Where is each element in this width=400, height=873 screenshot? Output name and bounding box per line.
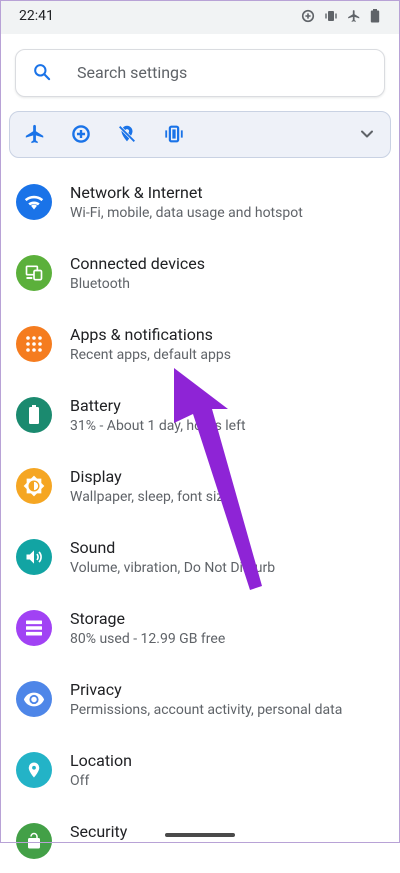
settings-item-subtitle: Wallpaper, sleep, font size <box>70 489 231 505</box>
gesture-nav-handle[interactable] <box>165 833 235 837</box>
settings-item-location[interactable]: Location Off <box>0 738 400 802</box>
volume-icon <box>16 539 52 575</box>
settings-item-subtitle: Volume, vibration, Do Not Disturb <box>70 560 276 576</box>
lock-icon <box>16 823 52 859</box>
settings-item-battery[interactable]: Battery 31% - About 1 day, hours left <box>0 383 400 447</box>
settings-item-subtitle: Wi-Fi, mobile, data usage and hotspot <box>70 205 303 221</box>
settings-item-title: Display <box>70 467 122 486</box>
settings-item-title: Apps & notifications <box>70 325 213 344</box>
settings-item-title: Location <box>70 751 132 770</box>
apps-icon <box>16 326 52 362</box>
settings-item-subtitle: Off <box>70 773 90 789</box>
search-bar[interactable]: Search settings <box>15 49 385 97</box>
settings-item-title: Security <box>70 822 128 841</box>
airplane-icon[interactable] <box>24 123 46 149</box>
settings-item-subtitle: Permissions, account activity, personal … <box>70 702 343 718</box>
status-bar: 22:41 <box>0 0 400 34</box>
devices-icon <box>16 255 52 291</box>
vibrate-icon[interactable] <box>163 123 185 149</box>
quick-settings-bar <box>9 111 391 158</box>
settings-item-display[interactable]: Display Wallpaper, sleep, font size <box>0 454 400 518</box>
settings-item-apps-notifications[interactable]: Apps & notifications Recent apps, defaul… <box>0 312 400 376</box>
settings-item-subtitle: Recent apps, default apps <box>70 347 231 363</box>
settings-item-title: Storage <box>70 609 125 628</box>
search-icon[interactable] <box>32 62 52 86</box>
search-placeholder[interactable]: Search settings <box>77 63 187 82</box>
brightness-icon <box>16 468 52 504</box>
eye-icon <box>16 681 52 717</box>
settings-item-title: Network & Internet <box>70 183 203 202</box>
status-time: 22:41 <box>19 8 54 24</box>
location-off-icon[interactable] <box>116 123 138 149</box>
settings-item-connected-devices[interactable]: Connected devices Bluetooth <box>0 241 400 305</box>
settings-item-title: Privacy <box>70 680 122 699</box>
chevron-down-icon[interactable] <box>359 126 375 146</box>
airplane-icon <box>347 9 361 23</box>
settings-item-sound[interactable]: Sound Volume, vibration, Do Not Disturb <box>0 525 400 589</box>
vibrate-icon <box>324 9 338 23</box>
settings-item-title: Sound <box>70 538 116 557</box>
battery-icon <box>370 9 380 23</box>
status-icons <box>301 9 380 23</box>
data-saver-icon[interactable] <box>70 123 92 149</box>
settings-item-security[interactable]: Security <box>0 809 400 873</box>
settings-item-network[interactable]: Network & Internet Wi-Fi, mobile, data u… <box>0 170 400 234</box>
settings-item-subtitle: 31% - About 1 day, hours left <box>70 418 246 434</box>
settings-item-title: Battery <box>70 396 121 415</box>
settings-item-subtitle: 80% used - 12.99 GB free <box>70 631 226 647</box>
data-saver-icon <box>301 9 315 23</box>
storage-icon <box>16 610 52 646</box>
location-pin-icon <box>16 752 52 788</box>
settings-item-subtitle: Bluetooth <box>70 276 130 292</box>
settings-item-privacy[interactable]: Privacy Permissions, account activity, p… <box>0 667 400 731</box>
settings-item-storage[interactable]: Storage 80% used - 12.99 GB free <box>0 596 400 660</box>
wifi-icon <box>16 184 52 220</box>
settings-item-title: Connected devices <box>70 254 205 273</box>
battery-icon <box>16 397 52 433</box>
